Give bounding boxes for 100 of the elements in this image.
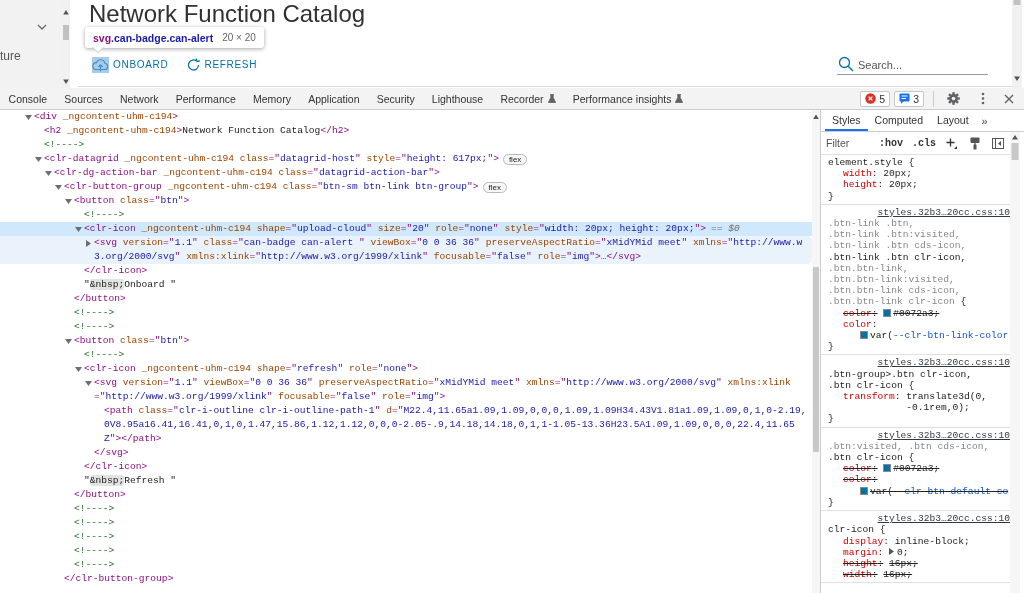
css-selector: .btn.btn-link:visited, bbox=[828, 274, 955, 286]
html-comment[interactable]: <!----> bbox=[84, 208, 125, 222]
opening-brace: { bbox=[908, 379, 915, 391]
html-tag[interactable]: <clr-dg-action-bar _ngcontent-uhm-c194 class="datagrid-action-bar"> bbox=[54, 166, 440, 180]
html-tag[interactable]: <clr-icon _ngcontent-uhm-c194 shape="refresh" role="none"> bbox=[84, 362, 418, 376]
element-selector: svg.can-badge.can-alert bbox=[93, 31, 214, 44]
error-count-button[interactable]: 5 bbox=[860, 90, 891, 107]
html-comment[interactable]: <!----> bbox=[74, 502, 115, 516]
paint-brush-icon[interactable] bbox=[970, 136, 981, 150]
selected-node-row[interactable]: <clr-icon _ngcontent-uhm-c194 shape="upload-cloud" size="20" role="none" style="width: 20px; height: 20px;"> == $0 bbox=[0, 222, 812, 236]
closing-tag[interactable]: </button> bbox=[74, 488, 126, 502]
caret-down-icon[interactable] bbox=[45, 170, 52, 176]
caret-down-icon[interactable] bbox=[85, 380, 92, 386]
refresh-button[interactable]: REFRESH bbox=[184, 55, 261, 74]
html-comment[interactable]: <!----> bbox=[74, 306, 115, 320]
html-tag[interactable]: <svg version="1.1" class="can-badge can-alert " viewBox="0 0 36 36" preserveAspectRatio="xMidYMid meet" xmlns="http://www.w3.org/2000/svg" xmlns:xlink="http://www.w3.org/1999/xlink" focusable="false" role="img">…</svg> bbox=[94, 236, 808, 264]
html-comment[interactable]: <!----> bbox=[44, 138, 85, 152]
css-property: color: bbox=[843, 463, 878, 475]
styles-tab[interactable]: Layout bbox=[930, 110, 976, 131]
css-value: 16px; bbox=[883, 569, 914, 581]
html-tag[interactable]: <button class="btn"> bbox=[74, 334, 190, 348]
devtools-tab[interactable]: Performance bbox=[167, 88, 245, 109]
caret-right-icon[interactable] bbox=[889, 547, 895, 555]
html-comment[interactable]: <!----> bbox=[74, 530, 115, 544]
html-comment[interactable]: <!----> bbox=[74, 320, 115, 334]
caret-down-icon[interactable] bbox=[75, 226, 82, 232]
css-property: color: bbox=[843, 318, 878, 331]
css-selector: .btn-link .btn cds-icon, bbox=[828, 240, 967, 252]
color-swatch[interactable] bbox=[860, 331, 868, 340]
text-node[interactable]: "&nbsp;Onboard " bbox=[84, 278, 177, 292]
css-property: width: bbox=[843, 168, 878, 180]
html-comment[interactable]: <!----> bbox=[74, 558, 115, 572]
html-tag[interactable]: <clr-button-group _ngcontent-uhm-c194 class="btn-sm btn-link btn-group"> bbox=[64, 180, 479, 194]
toolbar-toggle-button[interactable]: .cls bbox=[912, 137, 937, 149]
filter-field[interactable]: Filter bbox=[826, 137, 870, 149]
devtools-tab[interactable]: Performance insights bbox=[564, 88, 692, 109]
scrollbar[interactable] bbox=[1010, 132, 1020, 593]
plus-icon[interactable] bbox=[946, 137, 958, 149]
css-selector: clr-icon bbox=[828, 524, 875, 536]
flex-badge[interactable]: flex bbox=[482, 182, 507, 193]
devtools-tab[interactable]: Security bbox=[368, 88, 424, 109]
more-tabs-button[interactable]: » bbox=[975, 110, 994, 131]
devtools-tab[interactable]: Network bbox=[111, 88, 168, 109]
flex-badge[interactable]: flex bbox=[502, 154, 528, 165]
devtools-tab[interactable]: Sources bbox=[55, 88, 112, 109]
settings-icon[interactable] bbox=[947, 92, 960, 105]
onboard-button[interactable]: ONBOARD bbox=[89, 55, 172, 74]
text-node[interactable]: "&nbsp;Refresh " bbox=[84, 474, 177, 488]
html-comment[interactable]: <!----> bbox=[74, 544, 115, 558]
closing-tag[interactable]: </svg> bbox=[94, 446, 129, 460]
devtools-tab[interactable]: Application bbox=[299, 88, 369, 109]
html-tag[interactable]: <clr-icon _ngcontent-uhm-c194 shape="upload-cloud" size="20" role="none" style="width: 20px; height: 20px;"> bbox=[84, 222, 706, 236]
css-selector: .btn-group>.btn clr-icon, bbox=[828, 368, 972, 380]
source-link[interactable]: styles.32b3…20cc.css:10 bbox=[877, 513, 1010, 525]
caret-down-icon[interactable] bbox=[55, 184, 62, 190]
scrollbar[interactable] bbox=[812, 110, 820, 593]
close-icon[interactable] bbox=[1004, 93, 1014, 104]
closing-tag[interactable]: </clr-button-group> bbox=[64, 572, 174, 586]
source-link[interactable]: styles.32b3…20cc.css:10 bbox=[877, 206, 1010, 218]
caret-down-icon[interactable] bbox=[65, 338, 72, 344]
source-link[interactable]: styles.32b3…20cc.css:10 bbox=[877, 357, 1010, 369]
toolbar-toggle-button[interactable]: :hov bbox=[879, 137, 903, 149]
closing-tag[interactable]: </clr-icon> bbox=[84, 264, 148, 278]
sidebar-toggle-icon[interactable] bbox=[992, 137, 1005, 149]
html-comment[interactable]: <!----> bbox=[74, 516, 115, 530]
caret-down-icon[interactable] bbox=[35, 156, 42, 162]
caret-down-icon[interactable] bbox=[65, 198, 72, 204]
caret-down-icon[interactable] bbox=[25, 114, 32, 120]
caret-down-icon[interactable] bbox=[75, 366, 82, 372]
closing-brace: } bbox=[828, 341, 835, 353]
scrollbar[interactable] bbox=[1012, 0, 1024, 88]
devtools-tab[interactable]: Memory bbox=[244, 88, 300, 109]
color-swatch[interactable] bbox=[883, 308, 892, 317]
devtools-tab[interactable]: Lighthouse bbox=[423, 88, 492, 109]
html-tag[interactable]: <div _ngcontent-uhm-c194> bbox=[34, 110, 178, 124]
color-swatch[interactable] bbox=[860, 486, 868, 495]
styles-tab[interactable]: Styles bbox=[825, 110, 868, 131]
devtools-tab[interactable]: Recorder bbox=[491, 88, 565, 109]
html-tag[interactable]: <path class="clr-i-outline clr-i-outline-path-1" d="M22.4,11.65a1.09,1.09,0,0,0,1.09,1.09H34.43V1.81a1.09,1.09,0,1,0-2.19,0V8.95a16.41,16.41,0,1,0,1.47,15.86,1.12,1.12,0,0,0-2.05-.9,14.18,14.18,0,1,1-1.05-13.36H23.5A1.09,1.09,0,0,0,22.4,11.65Z"></path> bbox=[104, 404, 808, 446]
html-tag[interactable]: <svg version="1.1" viewBox="0 0 36 36" preserveAspectRatio="xMidYMid meet" xmlns="http://www.w3.org/2000/svg" xmlns:xlink="http://www.w3.org/1999/xlink" focusable="false" role="img"> bbox=[94, 376, 808, 404]
html-tag[interactable]: <clr-datagrid _ngcontent-uhm-c194 class="datagrid-host" style="height: 617px;"> bbox=[44, 152, 499, 166]
caret-right-icon[interactable] bbox=[86, 239, 91, 247]
source-link[interactable]: styles.32b3…20cc.css:10 bbox=[877, 429, 1010, 441]
html-tag[interactable]: <h2 _ngcontent-uhm-c194>Network Function Catalog</h2> bbox=[44, 124, 350, 138]
styles-tab[interactable]: Computed bbox=[867, 110, 931, 131]
closing-tag[interactable]: </button> bbox=[74, 292, 126, 306]
opening-brace: { bbox=[908, 452, 915, 464]
devtools-tab[interactable]: Console bbox=[0, 88, 56, 109]
more-options-icon[interactable] bbox=[981, 92, 985, 105]
color-swatch[interactable] bbox=[883, 464, 892, 473]
message-count-button[interactable]: 3 bbox=[894, 90, 924, 107]
html-tag[interactable]: <button class="btn"> bbox=[74, 194, 190, 208]
closing-brace: } bbox=[828, 496, 835, 509]
css-selector: .btn-link .btn, bbox=[828, 218, 915, 230]
css-selector: element.style bbox=[828, 157, 903, 168]
search-field[interactable]: Search... bbox=[837, 56, 988, 75]
sidebar-item[interactable]: ture bbox=[0, 49, 62, 63]
html-comment[interactable]: <!----> bbox=[84, 348, 125, 362]
chevron-down-icon[interactable] bbox=[37, 24, 47, 30]
closing-tag[interactable]: </clr-icon> bbox=[84, 460, 148, 474]
